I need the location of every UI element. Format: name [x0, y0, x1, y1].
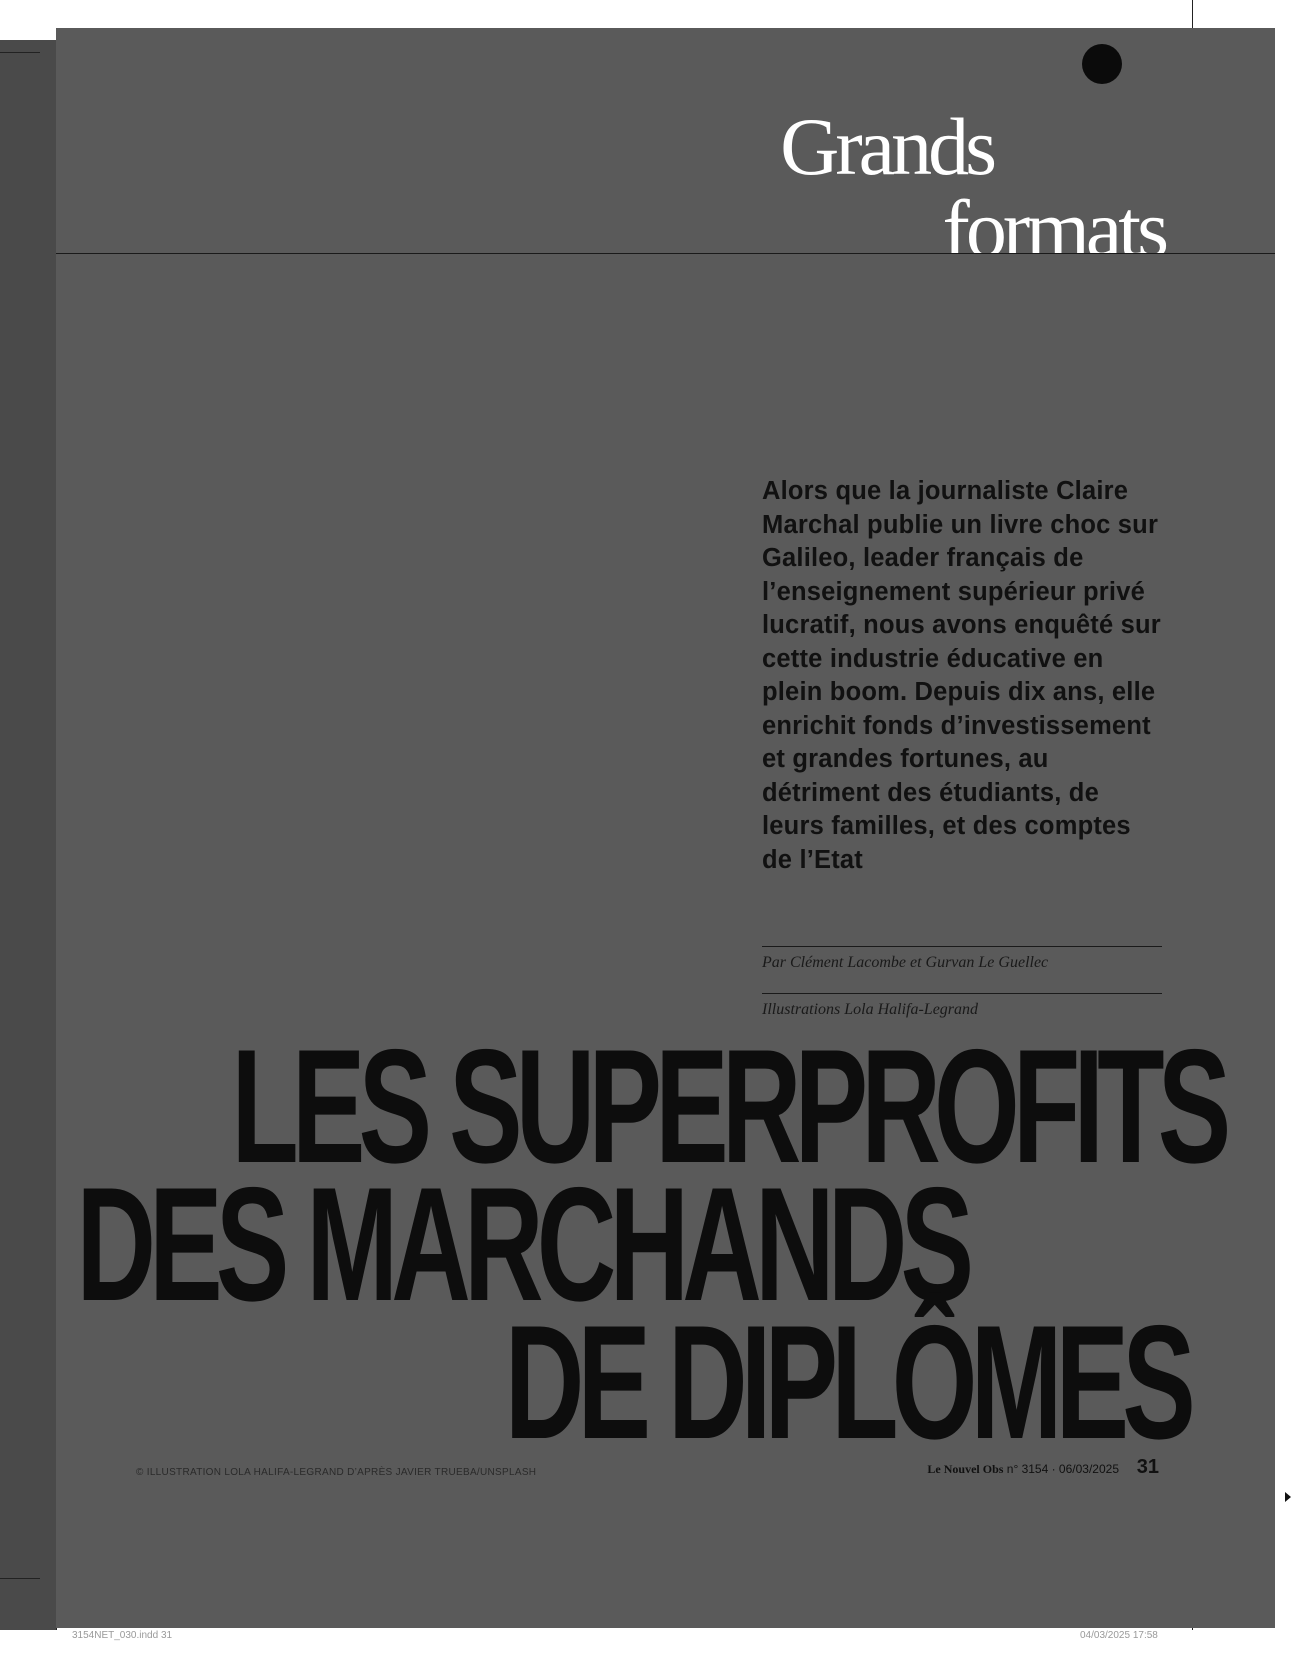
section-dot: [1082, 44, 1122, 84]
registration-arrow-icon: [1285, 1492, 1291, 1502]
illustrations-rule: [762, 993, 1162, 994]
byline: Par Clément Lacombe et Gurvan Le Guellec: [762, 954, 1049, 971]
slug-left: 3154NET_030.indd 31: [72, 1630, 173, 1641]
page-edge-strip: [0, 40, 56, 1630]
section-title: Grands formats: [705, 106, 1169, 270]
crop-mark: [0, 52, 40, 53]
magazine-page: Grands formats Alors que la journaliste …: [56, 28, 1275, 1628]
section-title-mask: [756, 254, 1256, 314]
header-rule: [56, 253, 1275, 254]
crop-mark: [0, 1578, 40, 1579]
brand-name: Le Nouvel Obs: [927, 1462, 1004, 1476]
page-number: 31: [1136, 1456, 1159, 1478]
section-title-line1: Grands: [780, 101, 997, 192]
byline-rule: [762, 946, 1162, 947]
headline: LES SUPERPROFITS DES MARCHANDS DE DIPLÔM…: [56, 1026, 1231, 1464]
lede-paragraph: Alors que la journaliste Claire Marchal …: [762, 477, 1161, 874]
slug-right: 04/03/2025 17:58: [1080, 1630, 1158, 1641]
headline-line3: DE DIPLÔMES: [504, 1292, 1196, 1473]
issue-number-date: n° 3154 · 06/03/2025: [1006, 1462, 1119, 1476]
photo-credit: © ILLUSTRATION LOLA HALIFA-LEGRAND D’APR…: [136, 1467, 537, 1478]
issue-info: Le Nouvel Obs n° 3154 · 06/03/2025: [927, 1462, 1119, 1477]
